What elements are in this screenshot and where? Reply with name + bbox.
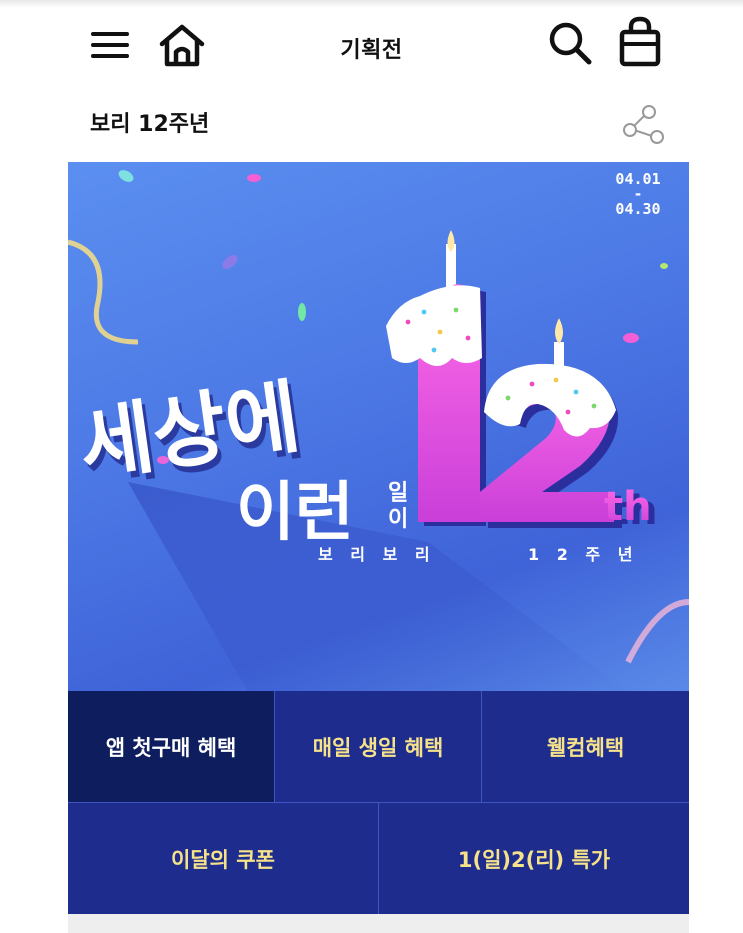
benefit-daily-birthday[interactable]: 매일 생일 혜택 [275, 691, 482, 803]
suffix-th: th [604, 484, 652, 530]
benefit-menu: 앱 첫구매 혜택 매일 생일 혜택 웰컴혜택 이달의 쿠폰 1(일)2(리) 특… [68, 691, 689, 914]
search-button[interactable] [544, 18, 596, 68]
promo-banner[interactable]: 세상에 세상에 이런 일 이 th th 보 리 보 리 1 2 주 년 04.… [68, 162, 689, 692]
benefit-12-special[interactable]: 1(일)2(리) 특가 [379, 803, 689, 914]
headline-small-1: 일 [388, 481, 408, 506]
share-icon [623, 105, 664, 144]
tagline-left: 보 리 보 리 [318, 545, 436, 564]
app-header: 기획전 [0, 0, 743, 92]
ribbon-right [625, 599, 689, 664]
header-title: 기획전 [340, 38, 403, 63]
tagline-right: 1 2 주 년 [528, 545, 638, 564]
page-title: 보리 12주년 [90, 112, 210, 137]
headline-line2: 이런 [236, 476, 354, 550]
headline-line1: 세상에 [74, 370, 306, 493]
benefit-welcome[interactable]: 웰컴혜택 [482, 691, 689, 803]
cart-button[interactable] [614, 14, 666, 70]
flame-2 [555, 318, 563, 344]
shopping-bag-icon [619, 16, 661, 67]
headline-small-2: 이 [388, 507, 408, 532]
home-icon [159, 24, 205, 67]
benefit-monthly-coupon[interactable]: 이달의 쿠폰 [68, 803, 379, 914]
benefit-app-first-purchase[interactable]: 앱 첫구매 혜택 [68, 691, 275, 803]
banner-art: 세상에 세상에 이런 일 이 th th 보 리 보 리 1 2 주 년 [68, 170, 689, 692]
ribbon-left [68, 239, 139, 345]
menu-button[interactable] [86, 24, 134, 66]
date-range: 04.01 - 04.30 [603, 172, 673, 217]
search-icon [549, 22, 592, 65]
share-button[interactable] [618, 100, 668, 150]
bottom-strip [68, 914, 689, 933]
home-button[interactable] [154, 20, 210, 70]
menu-icon [91, 32, 129, 58]
number-two-shape [480, 363, 622, 528]
date-end: 04.30 [615, 200, 661, 218]
